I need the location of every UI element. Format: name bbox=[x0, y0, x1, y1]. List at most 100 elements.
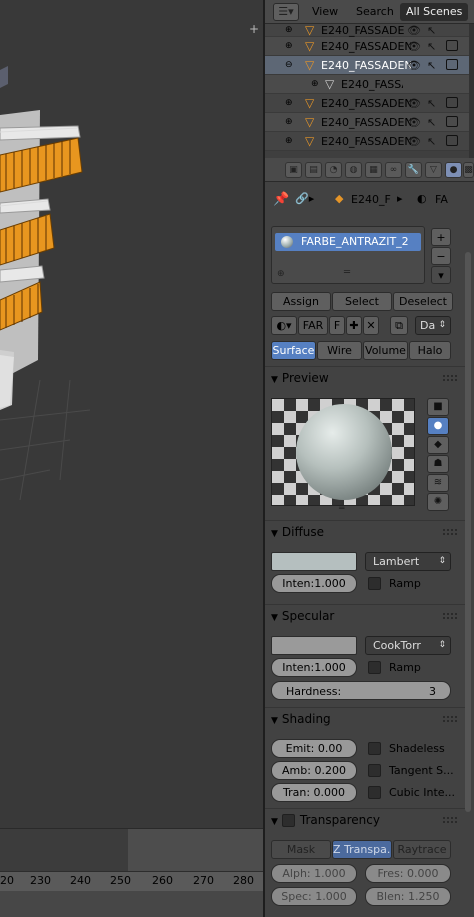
ambient-field[interactable]: Amb: 0.200 bbox=[271, 761, 357, 780]
node-toggle-icon[interactable]: ⧉ bbox=[390, 316, 408, 335]
3d-viewport[interactable]: + bbox=[0, 0, 263, 828]
visibility-eye-icon[interactable]: 👁 bbox=[407, 113, 421, 132]
visibility-eye-icon[interactable]: 👁 bbox=[407, 37, 421, 56]
wire-tab[interactable]: Wire bbox=[317, 341, 362, 360]
diffuse-color-swatch[interactable] bbox=[271, 552, 357, 571]
diffuse-ramp-checkbox[interactable] bbox=[368, 577, 381, 590]
material-slot-list[interactable]: FARBE_ANTRAZIT_2 ⊕ ═ bbox=[271, 226, 425, 284]
object-tab-icon[interactable]: ▦ bbox=[365, 162, 382, 178]
diffuse-intensity-field[interactable]: Inten:1.000 bbox=[271, 574, 357, 593]
material-slot[interactable]: FARBE_ANTRAZIT_2 bbox=[275, 233, 421, 251]
modifiers-tab-icon[interactable]: 🔧 bbox=[405, 162, 422, 178]
render-camera-icon[interactable] bbox=[446, 135, 458, 146]
user-count-button[interactable]: F bbox=[329, 316, 345, 335]
drag-handle-icon[interactable] bbox=[443, 613, 457, 619]
search-menu[interactable]: Search bbox=[356, 5, 394, 18]
editor-type-button[interactable]: ☰▾ bbox=[273, 3, 299, 21]
select-cursor-icon[interactable]: ↖ bbox=[427, 56, 436, 75]
object-name[interactable]: E240_FASSADEN bbox=[321, 132, 411, 151]
scene-tab-icon[interactable]: ◔ bbox=[325, 162, 342, 178]
specular-ramp-checkbox[interactable] bbox=[368, 661, 381, 674]
object-name[interactable]: E240_FASSADEN bbox=[321, 113, 411, 132]
visibility-eye-icon[interactable]: 👁 bbox=[407, 94, 421, 113]
render-camera-icon[interactable] bbox=[446, 40, 458, 51]
blend-field[interactable]: Blen: 1.250 bbox=[365, 887, 451, 906]
specular-transparency-field[interactable]: Spec: 1.000 bbox=[271, 887, 357, 906]
preview-monkey-icon[interactable]: ☗ bbox=[427, 455, 449, 473]
outliner-row-selected[interactable]: ⊖ ▽ E240_FASSADEN 👁 ↖ bbox=[265, 56, 474, 75]
preview-hair-icon[interactable]: ≋ bbox=[427, 474, 449, 492]
render-camera-icon[interactable] bbox=[446, 59, 458, 70]
world-tab-icon[interactable]: ◍ bbox=[345, 162, 362, 178]
drag-handle-icon[interactable] bbox=[443, 817, 457, 823]
resize-handle-icon[interactable]: ⊕ bbox=[277, 269, 285, 279]
browse-material-button[interactable]: ◐▾ bbox=[271, 316, 297, 335]
expand-icon[interactable]: ⊕ bbox=[285, 113, 293, 132]
list-grip-icon[interactable]: ═ bbox=[344, 267, 350, 278]
outliner-row[interactable]: ⊕ ▽ E240_FASSA bbox=[265, 75, 474, 94]
preview-panel-header[interactable]: ▼ Preview bbox=[271, 368, 461, 388]
specular-intensity-field[interactable]: Inten:1.000 bbox=[271, 658, 357, 677]
volume-tab[interactable]: Volume bbox=[363, 341, 408, 360]
fresnel-field[interactable]: Fres: 0.000 bbox=[365, 864, 451, 883]
visibility-eye-icon[interactable]: 👁 bbox=[407, 132, 421, 151]
halo-tab[interactable]: Halo bbox=[409, 341, 451, 360]
diffuse-shader-dropdown[interactable]: Lambert ⇕ bbox=[365, 552, 451, 571]
area-split-corner-icon[interactable]: + bbox=[249, 22, 259, 36]
unlink-material-icon[interactable]: ✕ bbox=[363, 316, 379, 335]
select-cursor-icon[interactable]: ↖ bbox=[427, 37, 436, 56]
timeline[interactable]: 20 230 240 250 260 270 280 bbox=[0, 828, 263, 917]
preview-cube-icon[interactable]: ◆ bbox=[427, 436, 449, 454]
select-cursor-icon[interactable]: ↖ bbox=[427, 132, 436, 151]
z-transparency-mode-button[interactable]: Z Transpa... bbox=[332, 840, 392, 859]
shadeless-checkbox[interactable] bbox=[368, 742, 381, 755]
select-button[interactable]: Select bbox=[332, 292, 392, 311]
surface-tab[interactable]: Surface bbox=[271, 341, 316, 360]
drag-handle-icon[interactable] bbox=[443, 375, 457, 381]
pin-icon[interactable]: 📌 bbox=[273, 192, 289, 207]
mask-mode-button[interactable]: Mask bbox=[271, 840, 331, 859]
hardness-slider[interactable]: Hardness: 3 bbox=[271, 681, 451, 700]
shading-panel-header[interactable]: ▼ Shading bbox=[271, 709, 461, 729]
view-menu[interactable]: View bbox=[312, 5, 338, 18]
add-slot-button[interactable]: + bbox=[431, 228, 451, 246]
specular-color-swatch[interactable] bbox=[271, 636, 357, 655]
drag-handle-icon[interactable] bbox=[443, 716, 457, 722]
translucency-field[interactable]: Tran: 0.000 bbox=[271, 783, 357, 802]
transparency-checkbox[interactable] bbox=[281, 814, 295, 827]
render-camera-icon[interactable] bbox=[446, 97, 458, 108]
tangent-shading-checkbox[interactable] bbox=[368, 764, 381, 777]
alpha-field[interactable]: Alph: 1.000 bbox=[271, 864, 357, 883]
deselect-button[interactable]: Deselect bbox=[393, 292, 453, 311]
preview-resize-grip-icon[interactable]: ═ bbox=[339, 504, 344, 514]
object-name[interactable]: E240_FASSADEN bbox=[321, 37, 411, 56]
assign-button[interactable]: Assign bbox=[271, 292, 331, 311]
timeline-track[interactable] bbox=[0, 829, 263, 871]
render-tab-icon[interactable]: ▣ bbox=[285, 162, 302, 178]
select-cursor-icon[interactable]: ↖ bbox=[427, 94, 436, 113]
collapse-icon[interactable]: ⊖ bbox=[285, 56, 293, 75]
timeline-frame-ruler[interactable]: 20 230 240 250 260 270 280 bbox=[0, 871, 263, 891]
outliner-scrollbar[interactable] bbox=[469, 24, 474, 158]
specular-shader-dropdown[interactable]: CookTorr ⇕ bbox=[365, 636, 451, 655]
preview-sky-icon[interactable]: ✺ bbox=[427, 493, 449, 511]
transparency-panel-header[interactable]: ▼ Transparency bbox=[271, 810, 461, 830]
expand-icon[interactable]: ⊕ bbox=[285, 132, 293, 151]
object-name[interactable]: E240_FASSADE bbox=[321, 24, 411, 37]
link-data-dropdown[interactable]: Da ⇕ bbox=[415, 316, 451, 335]
material-name-field[interactable]: FAR bbox=[298, 316, 328, 335]
outliner-row[interactable]: ⊕ ▽ E240_FASSADEN 👁 ↖ bbox=[265, 113, 474, 132]
cubic-interpolation-checkbox[interactable] bbox=[368, 786, 381, 799]
material-tab-icon[interactable]: ● bbox=[445, 162, 462, 178]
render-camera-icon[interactable] bbox=[446, 116, 458, 127]
data-tab-icon[interactable]: ▽ bbox=[425, 162, 442, 178]
specular-panel-header[interactable]: ▼ Specular bbox=[271, 606, 461, 626]
expand-icon[interactable]: ⊕ bbox=[285, 24, 293, 37]
emit-field[interactable]: Emit: 0.00 bbox=[271, 739, 357, 758]
mesh-name[interactable]: E240_FASSA bbox=[341, 75, 403, 94]
constraints-tab-icon[interactable]: ∞ bbox=[385, 162, 402, 178]
display-mode-dropdown[interactable]: All Scenes bbox=[400, 3, 469, 21]
slot-specials-button[interactable]: ▾ bbox=[431, 266, 451, 284]
object-name[interactable]: E240_FASSADEN bbox=[321, 56, 411, 75]
texture-tab-icon[interactable]: ▩ bbox=[463, 162, 474, 178]
